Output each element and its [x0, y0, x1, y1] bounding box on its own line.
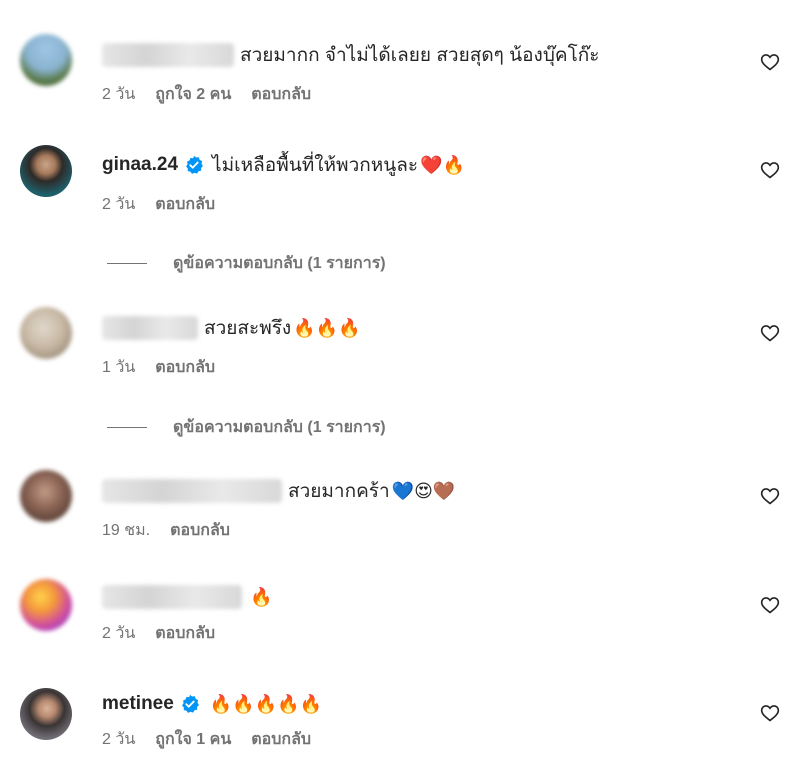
avatar[interactable] — [20, 579, 72, 631]
heart-icon[interactable] — [760, 703, 780, 723]
heart-icon[interactable] — [760, 160, 780, 180]
divider-line — [107, 427, 147, 428]
comment-emojis: 🔥🔥🔥 — [293, 317, 361, 339]
comment-time[interactable]: 2 วัน — [102, 192, 135, 217]
heart-icon[interactable] — [760, 323, 780, 343]
view-replies-label: ดูข้อความตอบกลับ (1 รายการ) — [173, 255, 386, 272]
reply-button[interactable]: ตอบกลับ — [155, 192, 215, 217]
avatar[interactable] — [20, 470, 72, 522]
comment-text: สวยมากก จำไม่ได้เลยย สวยสุดๆ น้องบุ๊คโก๊… — [240, 45, 600, 66]
username-blurred[interactable] — [102, 316, 198, 340]
comment-time[interactable]: 1 วัน — [102, 355, 135, 380]
comment-emojis: ❤️🔥 — [420, 154, 465, 176]
comment-likes[interactable]: ถูกใจ 2 คน — [155, 82, 231, 107]
reply-button[interactable]: ตอบกลับ — [155, 621, 215, 646]
reply-button[interactable]: ตอบกลับ — [155, 355, 215, 380]
username-blurred[interactable] — [102, 43, 234, 67]
comment-text: ไม่เหลือพื้นที่ให้พวกหนูละ — [212, 155, 419, 176]
reply-button[interactable]: ตอบกลับ — [170, 518, 230, 543]
verified-badge-icon — [181, 694, 199, 713]
comment-time[interactable]: 2 วัน — [102, 621, 135, 646]
divider-line — [107, 263, 147, 264]
comment-time[interactable]: 2 วัน — [102, 727, 135, 752]
username[interactable]: ginaa.24 — [102, 154, 178, 176]
comment-time[interactable]: 19 ชม. — [102, 518, 150, 543]
comment-time[interactable]: 2 วัน — [102, 82, 135, 107]
heart-icon[interactable] — [760, 52, 780, 72]
comment-text: สวยสะพรึง — [204, 318, 292, 339]
comment-likes[interactable]: ถูกใจ 1 คน — [155, 727, 231, 752]
verified-badge-icon — [186, 155, 203, 174]
avatar[interactable] — [20, 34, 72, 86]
comment-emojis: 🔥🔥🔥🔥🔥 — [209, 693, 322, 715]
heart-icon[interactable] — [760, 595, 780, 615]
reply-button[interactable]: ตอบกลับ — [251, 727, 311, 752]
avatar[interactable] — [20, 688, 72, 740]
comment-emojis: 🔥 — [250, 586, 273, 608]
view-replies-button[interactable]: ดูข้อความตอบกลับ (1 รายการ) — [107, 251, 386, 276]
username[interactable]: metinee — [102, 693, 174, 715]
comment-text: สวยมากคร้า — [288, 481, 390, 502]
avatar[interactable] — [20, 145, 72, 197]
view-replies-button[interactable]: ดูข้อความตอบกลับ (1 รายการ) — [107, 415, 386, 440]
comment-emojis: 💙😍🤎 — [391, 480, 456, 502]
heart-icon[interactable] — [760, 486, 780, 506]
view-replies-label: ดูข้อความตอบกลับ (1 รายการ) — [173, 419, 386, 436]
avatar[interactable] — [20, 307, 72, 359]
reply-button[interactable]: ตอบกลับ — [251, 82, 311, 107]
username-blurred[interactable] — [102, 585, 242, 609]
username-blurred[interactable] — [102, 479, 282, 503]
